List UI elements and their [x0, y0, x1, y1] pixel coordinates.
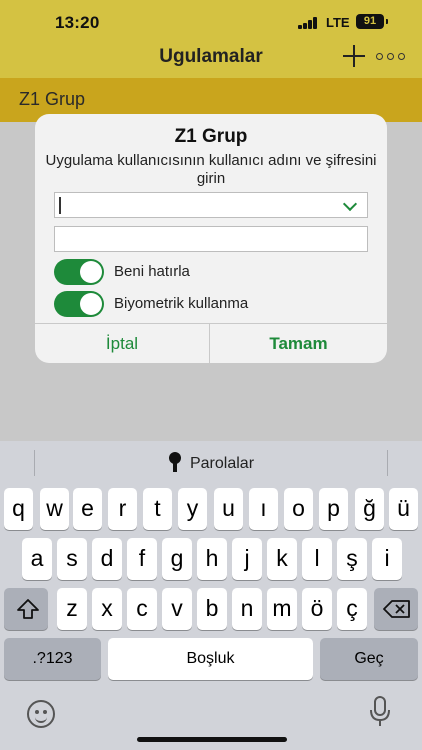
- network-label: LTE: [326, 15, 350, 30]
- key[interactable]: g: [162, 538, 192, 580]
- chevron-down-icon[interactable]: [342, 196, 358, 212]
- key[interactable]: a: [22, 538, 52, 580]
- key[interactable]: l: [302, 538, 332, 580]
- ok-button[interactable]: Tamam: [210, 324, 387, 363]
- text-cursor: [59, 197, 61, 214]
- key[interactable]: c: [127, 588, 157, 630]
- section-title: Z1 Grup: [19, 89, 86, 109]
- key[interactable]: i: [372, 538, 402, 580]
- emoji-icon[interactable]: [27, 700, 55, 728]
- shift-icon: [17, 599, 39, 619]
- battery-icon: 91: [356, 14, 388, 29]
- remember-label: Beni hatırla: [114, 263, 190, 280]
- key-icon: [168, 452, 182, 472]
- backspace-icon: [383, 600, 410, 618]
- home-indicator: [137, 737, 287, 742]
- plus-icon[interactable]: [342, 44, 366, 68]
- passwords-button[interactable]: Parolalar: [35, 452, 387, 473]
- username-field[interactable]: [54, 192, 368, 218]
- key[interactable]: k: [267, 538, 297, 580]
- cancel-button[interactable]: İptal: [35, 324, 210, 363]
- key[interactable]: t: [143, 488, 172, 530]
- key[interactable]: f: [127, 538, 157, 580]
- key[interactable]: o: [284, 488, 313, 530]
- key[interactable]: ğ: [355, 488, 384, 530]
- key[interactable]: ö: [302, 588, 332, 630]
- dialog-message: Uygulama kullanıcısının kullanıcı adını …: [45, 152, 377, 187]
- remember-toggle[interactable]: [54, 259, 104, 285]
- numbers-key[interactable]: .?123: [4, 638, 101, 680]
- biometric-label: Biyometrik kullanma: [114, 295, 249, 312]
- key[interactable]: ç: [337, 588, 367, 630]
- key[interactable]: r: [108, 488, 137, 530]
- key[interactable]: p: [319, 488, 348, 530]
- backspace-key[interactable]: [374, 588, 418, 630]
- key[interactable]: ü: [389, 488, 418, 530]
- space-key[interactable]: Boşluk: [108, 638, 313, 680]
- microphone-icon[interactable]: [369, 696, 391, 728]
- key[interactable]: n: [232, 588, 262, 630]
- password-field[interactable]: [54, 226, 368, 252]
- passwords-label: Parolalar: [189, 455, 255, 472]
- key[interactable]: x: [92, 588, 122, 630]
- login-dialog: Z1 Grup Uygulama kullanıcısının kullanıc…: [35, 114, 387, 363]
- key[interactable]: j: [232, 538, 262, 580]
- key[interactable]: z: [57, 588, 87, 630]
- dialog-button-bar: İptal Tamam: [35, 323, 387, 363]
- key[interactable]: v: [162, 588, 192, 630]
- passwords-bar[interactable]: Parolalar: [34, 450, 388, 476]
- key[interactable]: u: [214, 488, 243, 530]
- ellipsis-icon[interactable]: [376, 53, 406, 61]
- key[interactable]: m: [267, 588, 297, 630]
- key[interactable]: b: [197, 588, 227, 630]
- key[interactable]: y: [178, 488, 207, 530]
- biometric-toggle[interactable]: [54, 291, 104, 317]
- shift-key[interactable]: [4, 588, 48, 630]
- status-time: 13:20: [55, 13, 100, 32]
- key[interactable]: q: [4, 488, 33, 530]
- dialog-title: Z1 Grup: [174, 126, 248, 147]
- key[interactable]: w: [40, 488, 69, 530]
- key[interactable]: d: [92, 538, 122, 580]
- key[interactable]: ş: [337, 538, 367, 580]
- key[interactable]: h: [197, 538, 227, 580]
- key[interactable]: s: [57, 538, 87, 580]
- signal-icon: [298, 17, 318, 29]
- key[interactable]: ı: [249, 488, 278, 530]
- return-key[interactable]: Geç: [320, 638, 418, 680]
- key[interactable]: e: [73, 488, 102, 530]
